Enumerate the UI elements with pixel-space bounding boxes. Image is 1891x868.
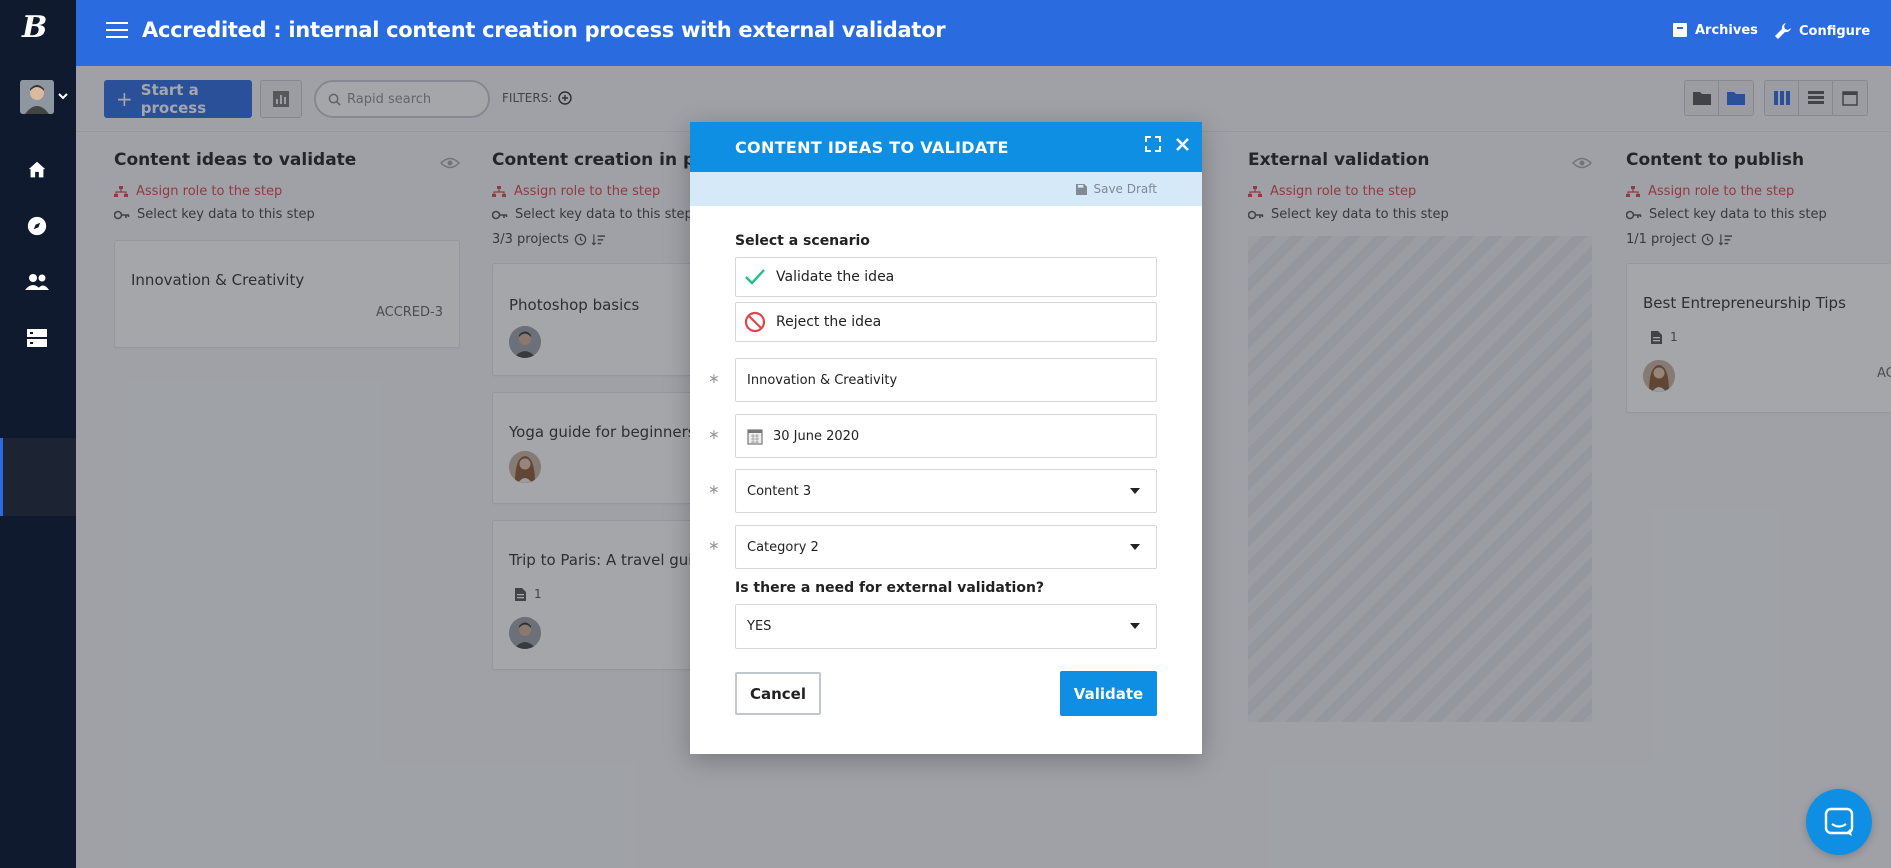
chat-icon — [1824, 807, 1854, 836]
caret-down-icon — [1130, 544, 1140, 550]
left-nav: B — [0, 0, 76, 868]
scenario-label: Select a scenario — [735, 233, 870, 249]
content-select-value: Content 3 — [747, 483, 812, 499]
user-avatar[interactable] — [20, 80, 54, 114]
external-validation-value: YES — [747, 619, 772, 634]
scenario-label: Reject the idea — [776, 314, 882, 330]
title-field-value: Innovation & Creativity — [747, 372, 898, 388]
date-field[interactable]: 30 June 2020 — [735, 414, 1157, 458]
modal-title: CONTENT IDEAS TO VALIDATE — [735, 137, 1009, 157]
close-icon[interactable] — [1175, 137, 1190, 152]
archive-icon — [1673, 23, 1687, 37]
category-select-value: Category 2 — [747, 539, 819, 555]
title-field[interactable]: Innovation & Creativity — [735, 358, 1157, 402]
content-select[interactable]: Content 3 — [735, 469, 1157, 513]
top-header: Accredited : internal content creation p… — [76, 0, 1891, 66]
chevron-down-icon[interactable] — [58, 90, 68, 103]
external-validation-question: Is there a need for external validation? — [735, 580, 1045, 596]
cancel-button[interactable]: Cancel — [735, 672, 821, 715]
caret-down-icon — [1130, 623, 1140, 629]
checkmark-icon — [745, 269, 765, 285]
scenario-reject-option[interactable]: Reject the idea — [735, 302, 1157, 342]
nav-active-item[interactable] — [0, 438, 76, 516]
home-icon[interactable] — [24, 157, 50, 183]
configure-label: Configure — [1799, 23, 1871, 39]
calendar-icon — [747, 428, 763, 445]
external-validation-select[interactable]: YES — [735, 604, 1157, 649]
required-marker: ∗ — [708, 427, 720, 443]
chat-launcher-button[interactable] — [1806, 789, 1872, 855]
configure-link[interactable]: Configure — [1774, 22, 1870, 40]
save-draft-button[interactable]: Save Draft — [1093, 182, 1157, 196]
scenario-label: Validate the idea — [776, 269, 895, 285]
floppy-disk-icon — [1076, 183, 1088, 195]
content-ideas-modal: CONTENT IDEAS TO VALIDATE Save Draft Sel… — [690, 122, 1202, 754]
wrench-icon — [1775, 23, 1791, 39]
app-logo[interactable]: B — [22, 10, 47, 45]
users-icon[interactable] — [24, 269, 50, 295]
required-marker: ∗ — [708, 482, 720, 498]
archives-label: Archives — [1695, 22, 1758, 38]
save-draft-bar: Save Draft — [690, 172, 1202, 206]
expand-icon[interactable] — [1145, 136, 1161, 152]
category-select[interactable]: Category 2 — [735, 525, 1157, 569]
scenario-validate-option[interactable]: Validate the idea — [735, 257, 1157, 297]
required-marker: ∗ — [708, 371, 720, 387]
required-marker: ∗ — [708, 538, 720, 554]
prohibited-icon — [744, 311, 766, 333]
menu-icon[interactable] — [106, 22, 128, 40]
modal-header: CONTENT IDEAS TO VALIDATE — [690, 122, 1202, 172]
validate-button[interactable]: Validate — [1060, 671, 1157, 716]
caret-down-icon — [1130, 488, 1140, 494]
compass-icon[interactable] — [24, 213, 50, 239]
page-title: Accredited : internal content creation p… — [142, 18, 946, 42]
archives-link[interactable]: Archives — [1672, 22, 1758, 38]
database-icon[interactable] — [24, 325, 50, 351]
date-field-value: 30 June 2020 — [773, 428, 860, 444]
